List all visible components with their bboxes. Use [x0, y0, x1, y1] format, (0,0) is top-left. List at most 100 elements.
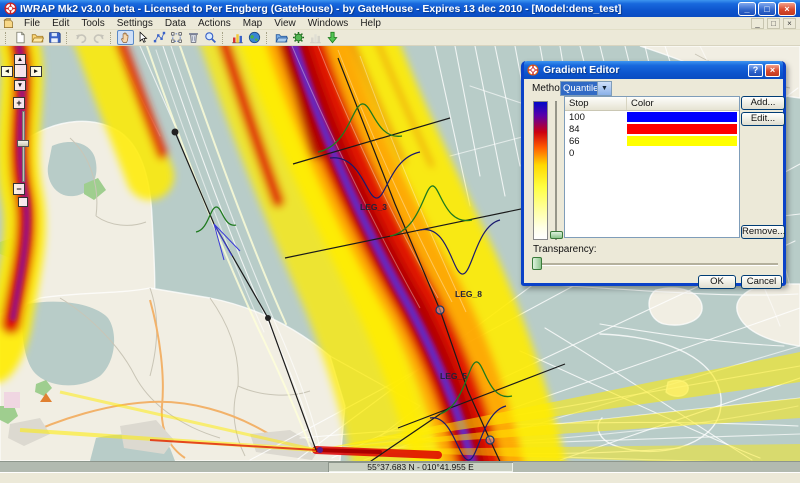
results-folder-button[interactable]	[273, 30, 290, 45]
menu-item-help[interactable]: Help	[354, 18, 387, 29]
zoom-in-button[interactable]: +	[13, 97, 25, 109]
stop-color-swatch	[627, 148, 737, 158]
transparency-slider-thumb[interactable]	[532, 257, 542, 270]
gradient-stop-row[interactable]: 100	[565, 111, 739, 123]
close-button[interactable]: ×	[778, 2, 796, 16]
edit-button[interactable]: Edit...	[741, 112, 785, 126]
menu-item-edit[interactable]: Edit	[46, 18, 75, 29]
dialog-lifering-icon	[527, 64, 539, 76]
new-file-icon	[14, 31, 27, 44]
export-arrow-button[interactable]	[324, 30, 341, 45]
report-chart-button	[307, 30, 324, 45]
report-chart-icon	[309, 31, 322, 44]
window-title: IWRAP Mk2 v3.0.0 beta - Licensed to Per …	[20, 3, 738, 15]
pan-down-button[interactable]: ▼	[14, 80, 26, 91]
stop-value: 0	[565, 148, 627, 159]
dialog-body: Method: Quantiles ▼ Stop Color 10084660 …	[524, 79, 783, 280]
polygon-tool-button[interactable]	[168, 30, 185, 45]
chart-icon	[231, 31, 244, 44]
gradient-stop-row[interactable]: 84	[565, 123, 739, 135]
mdi-minimize-button[interactable]: _	[751, 18, 764, 29]
stop-color-swatch	[627, 136, 737, 146]
method-dropdown[interactable]: Quantiles ▼	[560, 81, 612, 96]
zoom-tool-button[interactable]	[202, 30, 219, 45]
application-window: IWRAP Mk2 v3.0.0 beta - Licensed to Per …	[0, 0, 800, 483]
toolbar-group-separator	[5, 32, 9, 44]
polyline-tool-button[interactable]	[151, 30, 168, 45]
leg-label-leg_8: LEG_8	[455, 289, 482, 299]
toolbar-group-separator	[222, 32, 226, 44]
cancel-button[interactable]: Cancel	[741, 275, 782, 289]
window-resize-bar[interactable]	[0, 472, 800, 483]
coordinates-readout: 55°37.683 N - 010°41.955 E	[328, 462, 513, 472]
transparency-slider-track[interactable]	[533, 263, 778, 265]
globe-button[interactable]	[246, 30, 263, 45]
minimize-button[interactable]: _	[738, 2, 756, 16]
new-file-button[interactable]	[12, 30, 29, 45]
dialog-titlebar: Gradient Editor ? ×	[524, 61, 783, 79]
menu-item-map[interactable]: Map	[237, 18, 268, 29]
gradient-stop-row[interactable]: 66	[565, 135, 739, 147]
menu-item-actions[interactable]: Actions	[192, 18, 237, 29]
open-folder-icon	[31, 31, 44, 44]
menu-item-file[interactable]: File	[18, 18, 46, 29]
map-navigation: ▲ ◄ ► ▼ + −	[0, 46, 52, 216]
mdi-restore-button[interactable]: □	[767, 18, 780, 29]
pan-hand-button[interactable]	[117, 30, 134, 45]
pan-center-button[interactable]	[14, 64, 27, 78]
save-icon	[48, 31, 61, 44]
open-folder-button[interactable]	[29, 30, 46, 45]
menu-item-windows[interactable]: Windows	[302, 18, 355, 29]
chevron-down-icon[interactable]: ▼	[597, 82, 611, 95]
leg-label-leg_3: LEG_3	[360, 202, 387, 212]
zoom-tool-icon	[204, 31, 217, 44]
zoom-slider-thumb[interactable]	[17, 140, 29, 147]
results-folder-icon	[275, 31, 288, 44]
add-button[interactable]: Add...	[741, 96, 785, 110]
menu-item-view[interactable]: View	[268, 18, 302, 29]
pan-right-button[interactable]: ►	[30, 66, 42, 77]
dialog-title: Gradient Editor	[543, 64, 746, 76]
column-stop: Stop	[565, 97, 627, 110]
method-value: Quantiles	[561, 82, 597, 95]
globe-icon	[248, 31, 261, 44]
scale-mini-button[interactable]	[18, 197, 28, 207]
undo-icon	[75, 31, 88, 44]
remove-button[interactable]: Remove...	[741, 225, 785, 239]
mdi-close-button[interactable]: ×	[783, 18, 796, 29]
stop-color-swatch	[627, 124, 737, 134]
gradient-stop-list[interactable]: Stop Color 10084660	[564, 96, 740, 238]
menu-item-data[interactable]: Data	[159, 18, 192, 29]
gradient-stop-row[interactable]: 0	[565, 147, 739, 159]
menu-item-settings[interactable]: Settings	[111, 18, 159, 29]
stop-value: 100	[565, 112, 627, 123]
stop-color-swatch	[627, 112, 737, 122]
process-globe-button[interactable]	[290, 30, 307, 45]
stop-value: 66	[565, 136, 627, 147]
menu-item-tools[interactable]: Tools	[75, 18, 110, 29]
gradient-slider-thumb[interactable]	[550, 231, 563, 239]
gradient-preview	[533, 101, 548, 240]
document-icon[interactable]	[3, 18, 14, 29]
gradient-editor-dialog: Gradient Editor ? × Method: Quantiles ▼ …	[521, 61, 786, 286]
delete-button[interactable]	[185, 30, 202, 45]
export-arrow-icon	[326, 31, 339, 44]
dialog-close-button[interactable]: ×	[765, 64, 780, 77]
stop-list-header: Stop Color	[565, 97, 739, 111]
select-arrow-button[interactable]	[134, 30, 151, 45]
ok-button[interactable]: OK	[698, 275, 736, 289]
transparency-label: Transparency:	[533, 244, 597, 255]
dialog-help-button[interactable]: ?	[748, 64, 763, 77]
toolbar-group-separator	[66, 32, 70, 44]
chart-button[interactable]	[229, 30, 246, 45]
pink-zone	[4, 392, 20, 408]
gradient-slider-track[interactable]	[555, 101, 557, 240]
zoom-out-button[interactable]: −	[13, 183, 25, 195]
select-arrow-icon	[136, 31, 149, 44]
pan-hand-icon	[119, 31, 132, 44]
save-button[interactable]	[46, 30, 63, 45]
delete-icon	[187, 31, 200, 44]
pan-left-button[interactable]: ◄	[1, 66, 13, 77]
restore-button[interactable]: □	[758, 2, 776, 16]
polygon-tool-icon	[170, 31, 183, 44]
